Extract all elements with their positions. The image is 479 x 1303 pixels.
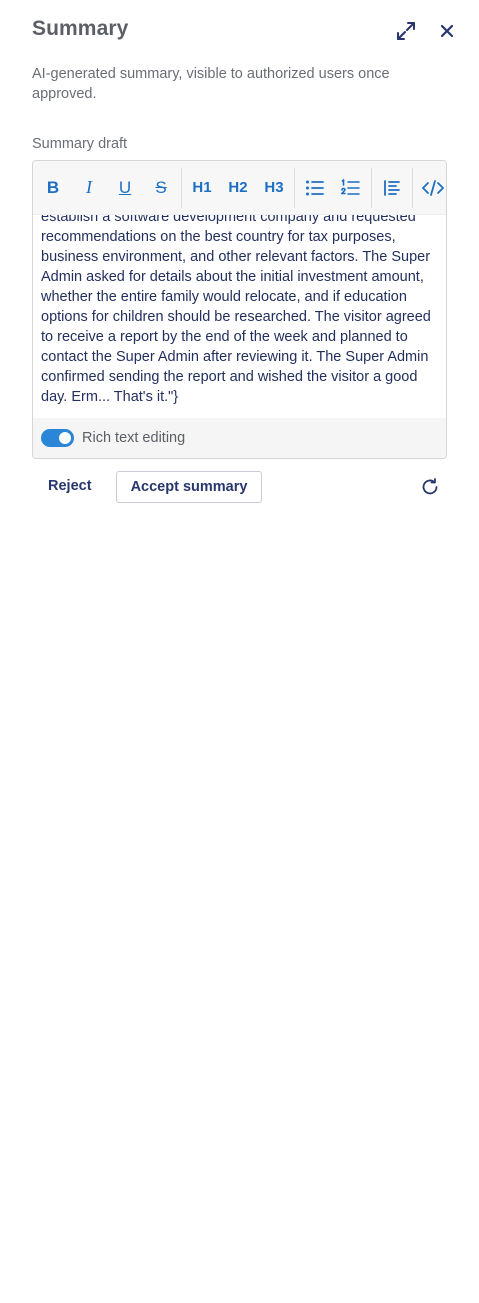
heading-1-button[interactable]: H1 <box>184 170 220 206</box>
summary-actions: Reject Accept summary <box>32 471 447 503</box>
blockquote-icon <box>384 179 400 196</box>
ordered-list-button[interactable] <box>333 170 369 206</box>
code-icon <box>422 179 444 196</box>
editor-footer: Rich text editing <box>33 418 446 458</box>
bold-icon: B <box>46 177 60 197</box>
underline-button[interactable]: U <box>107 170 143 206</box>
block-group <box>372 167 413 208</box>
panel-title: Summary <box>32 17 129 40</box>
editor-content[interactable]: establish a software development company… <box>33 215 446 419</box>
underline-icon: U <box>118 177 132 197</box>
rich-text-toggle[interactable] <box>41 429 74 447</box>
list-group <box>295 167 372 208</box>
blockquote-button[interactable] <box>374 170 410 206</box>
format-group: B I U S <box>33 167 182 208</box>
bold-button[interactable]: B <box>35 170 71 206</box>
heading-3-button[interactable]: H3 <box>256 170 292 206</box>
rich-text-label: Rich text editing <box>82 430 186 446</box>
editor-toolbar: B I U S H1 H2 H3 <box>33 161 446 215</box>
strikethrough-icon: S <box>155 177 167 197</box>
accept-summary-button[interactable]: Accept summary <box>116 471 262 503</box>
toggle-knob <box>59 432 71 444</box>
ordered-list-icon <box>341 178 360 195</box>
heading-2-button[interactable]: H2 <box>220 170 256 206</box>
bullet-list-button[interactable] <box>297 170 333 206</box>
summary-draft-label: Summary draft <box>32 136 128 152</box>
code-group <box>413 168 446 208</box>
summary-text: establish a software development company… <box>41 215 431 405</box>
italic-button[interactable]: I <box>71 170 107 206</box>
heading-2-icon: H2 <box>228 179 248 196</box>
close-button[interactable] <box>435 19 459 43</box>
bullet-list-icon <box>306 180 324 195</box>
strikethrough-button[interactable]: S <box>143 170 179 206</box>
summary-panel: Summary AI-generated summary, visible to… <box>0 0 479 1303</box>
regenerate-button[interactable] <box>419 476 441 498</box>
code-button[interactable] <box>415 170 446 206</box>
heading-3-icon: H3 <box>264 179 284 196</box>
expand-button[interactable] <box>394 19 418 43</box>
heading-group: H1 H2 H3 <box>182 167 295 208</box>
panel-description: AI-generated summary, visible to authori… <box>32 66 390 102</box>
rich-text-editor: B I U S H1 H2 H3 establish a software de… <box>32 160 447 459</box>
close-icon <box>440 24 454 38</box>
panel-header: Summary <box>32 17 455 47</box>
expand-icon <box>397 22 415 40</box>
heading-1-icon: H1 <box>192 179 212 196</box>
reject-button[interactable]: Reject <box>48 478 92 494</box>
italic-icon: I <box>86 177 92 197</box>
refresh-icon <box>422 478 438 495</box>
